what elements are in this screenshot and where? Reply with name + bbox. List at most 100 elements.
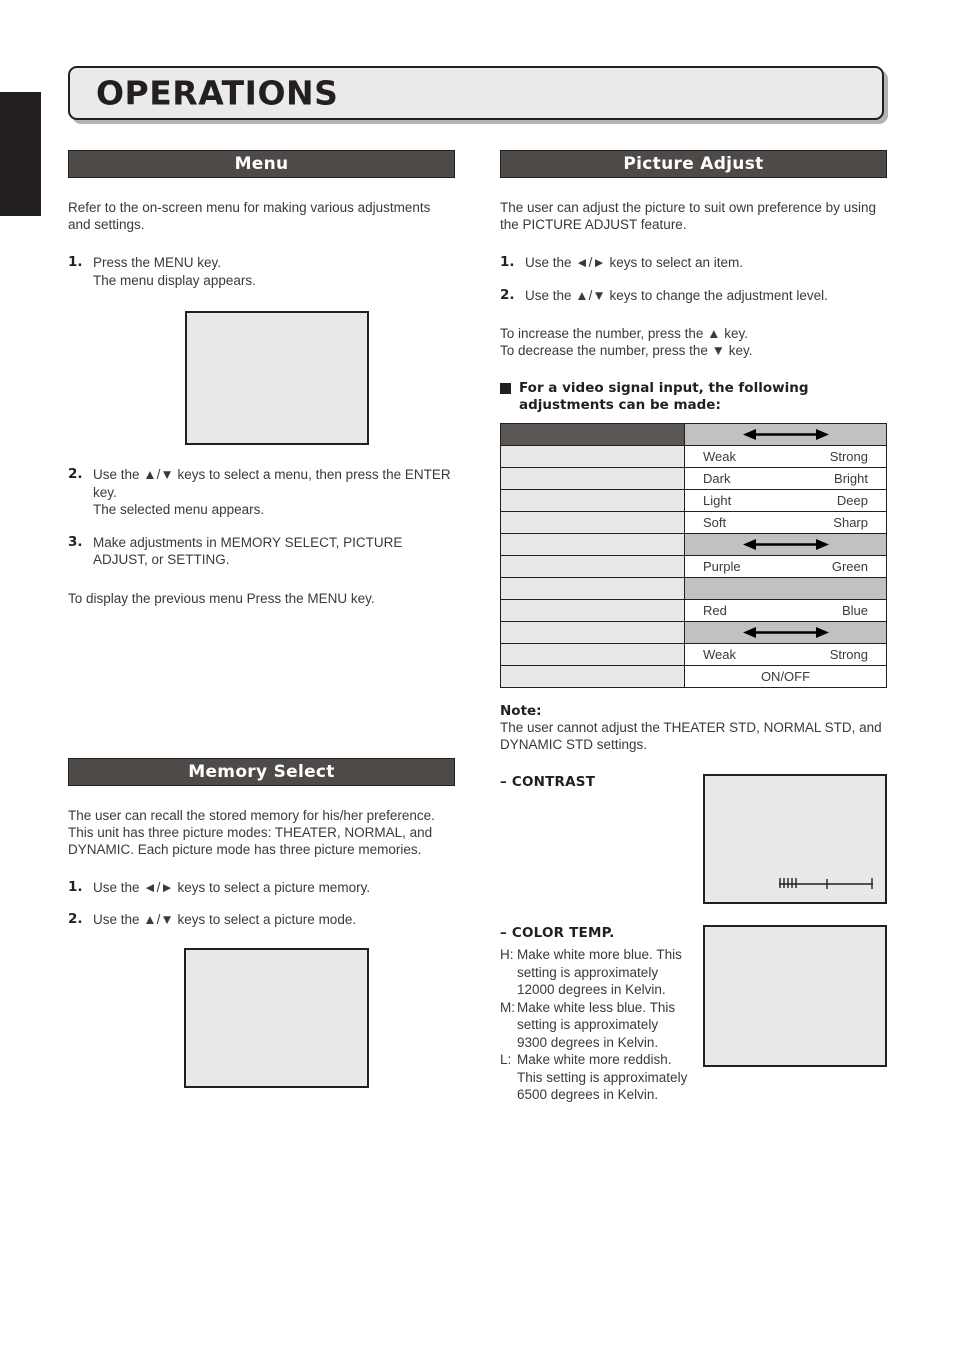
menu-screenshot-placeholder xyxy=(185,311,369,445)
range-endpoints-cell: Purple Green xyxy=(684,555,887,578)
picture-adjust-step-2: 2. Use the ▲/▼ keys to change the adjust… xyxy=(500,287,887,305)
adjustment-item-label-cell xyxy=(500,621,685,644)
menu-step-2-text: Use the ▲/▼ keys to select a menu, then … xyxy=(93,467,451,517)
adjustment-item-label-cell xyxy=(500,489,685,512)
menu-step-2: 2. Use the ▲/▼ keys to select a menu, th… xyxy=(68,466,455,519)
adjustment-item-label-cell xyxy=(500,423,685,446)
range-left-label: Weak xyxy=(703,449,736,464)
adjustment-table: Weak Strong Dark Bright Light Deep Soft Sharp Pu… xyxy=(500,423,887,688)
contrast-text-area: – CONTRAST xyxy=(500,774,690,790)
memory-select-step-1: 1. Use the ◄/► keys to select a picture … xyxy=(68,879,455,897)
adjustment-item-label-cell xyxy=(500,643,685,666)
color-temp-definition-list: H: Make white more blue. This setting is… xyxy=(500,946,690,1104)
memory-select-step-1-text: Use the ◄/► keys to select a picture mem… xyxy=(93,879,371,895)
double-arrow-icon xyxy=(685,622,886,643)
table-row: ON/OFF xyxy=(500,665,887,688)
picture-adjust-intro-text: The user can adjust the picture to suit … xyxy=(500,200,876,232)
table-row xyxy=(500,577,887,600)
memory-select-step-1-number: 1. xyxy=(68,878,83,895)
contrast-block: – CONTRAST xyxy=(500,774,887,904)
adjustment-item-label-cell xyxy=(500,467,685,490)
range-right-label: Bright xyxy=(834,471,868,486)
section-header-picture-adjust: Picture Adjust xyxy=(500,150,887,178)
square-bullet-icon xyxy=(500,383,511,394)
page-title: OPERATIONS xyxy=(96,73,339,113)
range-right-label: Blue xyxy=(841,603,868,618)
increase-number-line: To increase the number, press the ▲ key. xyxy=(500,326,748,341)
menu-closing-text: To display the previous menu Press the M… xyxy=(68,590,375,606)
decrease-number-line: To decrease the number, press the ▼ key. xyxy=(500,343,753,358)
range-right-label: Strong xyxy=(829,449,868,464)
range-endpoints-cell: Light Deep xyxy=(684,489,887,512)
contrast-level-scale-icon xyxy=(779,878,873,889)
color-temp-text-h: Make white more blue. This setting is ap… xyxy=(517,947,682,997)
color-temp-text-m: Make white less blue. This setting is ap… xyxy=(517,999,676,1050)
color-temp-text-area: – COLOR TEMP. H: Make white more blue. T… xyxy=(500,925,690,1104)
adjustment-item-label-cell xyxy=(500,533,685,556)
range-left-label: Dark xyxy=(703,471,731,486)
contrast-heading: – CONTRAST xyxy=(500,774,596,790)
color-temp-text-l: Make white more reddish. This setting is… xyxy=(517,1052,688,1102)
range-arrow-cell xyxy=(684,621,887,644)
range-center-value-cell: ON/OFF xyxy=(684,665,887,688)
adjustment-item-label-cell xyxy=(500,665,685,688)
range-right-label: Deep xyxy=(836,493,868,508)
video-signal-bullet-heading: For a video signal input, the following … xyxy=(500,380,887,414)
color-temp-definition-l: L: Make white more reddish. This setting… xyxy=(500,1051,690,1104)
range-arrow-cell xyxy=(684,423,887,446)
range-arrow-cell xyxy=(684,533,887,556)
memory-select-screenshot-placeholder xyxy=(184,947,369,1088)
adjustment-item-label-cell xyxy=(500,511,685,534)
memory-select-step-2: 2. Use the ▲/▼ keys to select a picture … xyxy=(68,911,455,929)
table-row: Dark Bright xyxy=(500,467,887,490)
color-temp-key-m: M: xyxy=(500,999,515,1015)
video-signal-bullet-heading-text: For a video signal input, the following … xyxy=(519,380,809,413)
range-right-label: Strong xyxy=(829,647,868,662)
adjustment-table-body: Weak Strong Dark Bright Light Deep Soft Sharp Pu… xyxy=(500,423,887,688)
range-left-label: Purple xyxy=(703,559,741,574)
range-endpoints-cell: Dark Bright xyxy=(684,467,887,490)
menu-step-2-number: 2. xyxy=(68,466,83,482)
table-row: Red Blue xyxy=(500,599,887,622)
picture-adjust-step-1: 1. Use the ◄/► keys to select an item. xyxy=(500,254,887,272)
color-temp-heading: – COLOR TEMP. xyxy=(500,925,615,941)
adjustment-item-label-cell xyxy=(500,445,685,468)
menu-intro-text: Refer to the on-screen menu for making v… xyxy=(68,200,431,232)
adjustment-item-label-cell xyxy=(500,577,685,600)
table-row xyxy=(500,533,887,556)
table-row: Weak Strong xyxy=(500,445,887,468)
left-column: Menu Refer to the on-screen menu for mak… xyxy=(68,150,455,1088)
note-text: The user cannot adjust the THEATER STD, … xyxy=(500,720,882,752)
color-temp-screenshot-placeholder xyxy=(703,925,887,1067)
color-temp-key-h: H: xyxy=(500,947,514,962)
page-edge-tab xyxy=(0,92,41,216)
range-left-label: Weak xyxy=(703,647,736,662)
table-row: Purple Green xyxy=(500,555,887,578)
color-temp-definition-m: M: Make white less blue. This setting is… xyxy=(500,999,690,1052)
menu-step-3: 3. Make adjustments in MEMORY SELECT, PI… xyxy=(68,534,455,569)
section-header-memory-select: Memory Select xyxy=(68,757,455,786)
range-blank-cell xyxy=(684,577,887,600)
color-temp-block: – COLOR TEMP. H: Make white more blue. T… xyxy=(500,925,887,1104)
memory-select-intro-text: The user can recall the stored memory fo… xyxy=(68,807,435,857)
table-row: Soft Sharp xyxy=(500,511,887,534)
range-endpoints-cell: Soft Sharp xyxy=(684,511,887,534)
range-endpoints-cell: Weak Strong xyxy=(684,445,887,468)
range-right-label: Green xyxy=(831,559,868,574)
adjustment-item-label-cell xyxy=(500,555,685,578)
range-endpoints-cell: Red Blue xyxy=(684,599,887,622)
menu-step-1-text: Press the MENU key. The menu display app… xyxy=(93,255,256,288)
page-title-banner: OPERATIONS xyxy=(68,66,884,120)
range-endpoints-cell: Weak Strong xyxy=(684,643,887,666)
picture-adjust-step-2-number: 2. xyxy=(500,286,515,303)
range-left-label: Red xyxy=(703,603,727,618)
right-column: Picture Adjust The user can adjust the p… xyxy=(500,150,887,1104)
section-header-menu: Menu xyxy=(68,150,455,178)
note-label: Note: xyxy=(500,703,542,719)
contrast-screenshot-placeholder xyxy=(703,774,887,904)
range-left-label: Light xyxy=(703,493,732,508)
range-right-label: Sharp xyxy=(833,515,868,530)
table-row: Weak Strong xyxy=(500,643,887,666)
memory-select-step-2-number: 2. xyxy=(68,911,83,927)
table-row xyxy=(500,423,887,446)
